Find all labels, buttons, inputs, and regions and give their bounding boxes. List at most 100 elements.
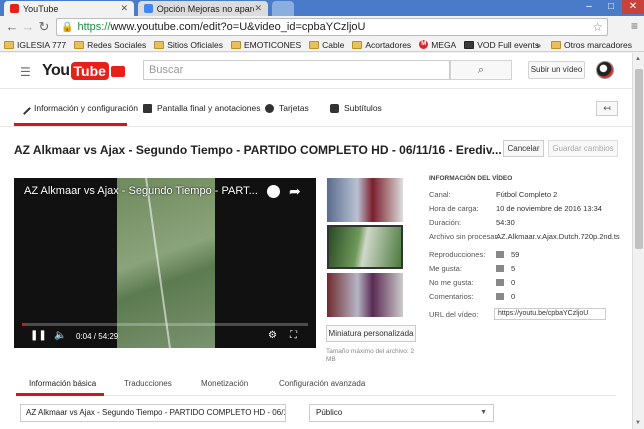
folder-icon [230,40,241,49]
page-favicon-icon [144,4,153,13]
tab-close-icon[interactable]: ✕ [120,3,128,14]
info-icon [265,103,274,113]
bookmark-item[interactable]: IGLESIA 777 [4,40,66,50]
thumbs-up-icon [496,265,504,272]
bookmark-label: IGLESIA 777 [17,39,67,50]
bookmark-item[interactable]: EMOTICONES [230,40,301,50]
bookmark-item[interactable]: M MEGA [419,40,456,50]
bookmark-label: Redes Sociales [87,39,147,50]
comments-label: Comentarios: [429,292,474,301]
browser-toolbar: ← → ↻ 🔒 https://www.youtube.com/edit?o=U… [0,16,644,38]
tab-label: Pantalla final y anotaciones [157,103,261,113]
scroll-up-icon[interactable]: ▲ [635,56,641,62]
folder-icon [309,40,320,49]
bookmark-item[interactable]: Redes Sociales [74,40,146,50]
watch-later-icon[interactable] [267,185,280,198]
url-path: www.youtube.com/edit?o=U&video_id=cpbaYC… [110,21,366,33]
bookmark-label: Cable [322,39,345,50]
bookmark-item[interactable]: VOD Full events [464,40,539,50]
scroll-down-icon[interactable]: ▼ [635,420,641,426]
maximize-icon[interactable]: □ [600,0,622,14]
browser-tab-strip: YouTube ✕ Opción Mejoras no apare ✕ – □ … [0,0,644,16]
guide-menu-icon[interactable]: ☰ [20,65,31,79]
bookmark-item[interactable]: Cable [309,40,344,50]
mega-icon: M [419,40,429,49]
forward-arrow-icon[interactable]: → [20,19,36,35]
video-player[interactable]: AZ Alkmaar vs Ajax - Segundo Tiempo - PA… [14,178,316,348]
youtube-favicon-icon [10,4,19,13]
tab-label: Tarjetas [279,103,309,113]
video-title-input[interactable]: AZ Alkmaar vs Ajax - Segundo Tiempo - PA… [20,404,286,422]
views-label: Reproducciones: [429,250,486,259]
new-tab-button[interactable] [272,1,294,16]
bookmark-star-icon[interactable]: ☆ [592,20,603,34]
bookmark-label: Sitios Oficiales [167,39,223,50]
custom-thumbnail-button[interactable]: Miniatura personalizada [326,325,416,342]
player-title[interactable]: AZ Alkmaar vs Ajax - Segundo Tiempo - PA… [24,185,258,197]
settings-tabs: Información básica Traducciones Monetiza… [16,372,616,396]
return-arrow-icon: ↤ [603,103,611,113]
video-url-field[interactable]: https://youtu.be/cpbaYCzljoU [494,308,606,320]
tab-monetization[interactable]: Monetización [201,379,248,388]
video-edit-panel: AZ Alkmaar vs Ajax - Segundo Tiempo - PA… [0,127,632,429]
address-bar[interactable]: 🔒 https://www.youtube.com/edit?o=U&video… [56,18,608,36]
other-bookmarks[interactable]: Otros marcadores [550,40,632,50]
browser-tab-forum[interactable]: Opción Mejoras no apare ✕ [138,1,268,16]
tab-close-icon[interactable]: ✕ [254,3,262,14]
youtube-logo[interactable]: You Tube [42,62,125,80]
tab-end-screen[interactable]: Pantalla final y anotaciones [143,103,261,113]
close-window-icon[interactable]: ✕ [622,0,644,14]
tab-info-settings[interactable]: Información y configuración [18,101,138,115]
save-changes-button[interactable]: Guardar cambios [548,140,618,157]
bar-chart-icon [496,251,504,258]
browser-tab-youtube[interactable]: YouTube ✕ [4,1,134,16]
logo-text: Tube [70,62,109,80]
time-display: 0:04 / 54:29 [76,332,119,341]
reload-icon[interactable]: ↻ [36,19,52,35]
tab-advanced-settings[interactable]: Configuración avanzada [279,379,365,388]
bookmark-item[interactable]: Acortadores [352,40,411,50]
fullscreen-icon[interactable]: ⛶ [290,330,297,341]
tab-label: Subtítulos [344,103,382,113]
search-icon: ⌕ [477,64,485,76]
tab-cards[interactable]: Tarjetas [265,103,309,113]
settings-gear-icon[interactable]: ⚙ [268,330,277,341]
tab-basic-info[interactable]: Información básica [29,379,96,388]
bookmark-item[interactable]: Sitios Oficiales [154,40,223,50]
share-icon[interactable]: ➦ [289,183,301,200]
browser-menu-icon[interactable]: ≡ [631,19,638,33]
tab-translations[interactable]: Traducciones [124,379,172,388]
minimize-icon[interactable]: – [578,0,600,14]
upload-button[interactable]: Subir un vídeo [528,61,585,79]
volume-icon[interactable]: 🔈 [54,330,66,341]
back-to-video-manager-button[interactable]: ↤ [596,101,618,116]
progress-bar[interactable] [22,323,308,326]
avatar[interactable] [596,61,614,79]
likes-value: 5 [511,264,516,273]
back-arrow-icon[interactable]: ← [4,19,20,35]
bookmark-label: MEGA [431,39,457,50]
comments-value: 0 [511,292,516,301]
youtube-header: ☰ You Tube Buscar ⌕ Subir un vídeo [0,53,632,89]
more-bookmarks-button[interactable]: » [536,40,541,50]
search-input[interactable]: Buscar [143,60,450,80]
thumbnail-option[interactable] [327,178,403,222]
page-icon [464,40,475,49]
thumbnail-option-selected[interactable] [327,225,403,269]
dislikes-label: No me gusta: [429,278,474,287]
chevron-down-icon: ▼ [480,409,487,416]
folder-icon [74,40,85,49]
thumbnail-option[interactable] [327,273,403,317]
search-button[interactable]: ⌕ [450,60,512,80]
cancel-button[interactable]: Cancelar [503,140,544,157]
page-title: AZ Alkmaar vs Ajax - Segundo Tiempo - PA… [14,143,502,157]
page-scrollbar[interactable]: ▲ ▼ [632,53,644,429]
scrollbar-thumb[interactable] [635,69,643,249]
privacy-select[interactable]: Público ▼ [309,404,494,422]
tab-subtitles[interactable]: Subtítulos [330,103,382,113]
folder-icon [4,40,14,49]
tab-title: Opción Mejoras no apare [156,3,255,14]
pause-icon[interactable]: ❚❚ [30,330,47,341]
folder-icon [352,40,363,49]
dislikes-value: 0 [511,278,516,287]
